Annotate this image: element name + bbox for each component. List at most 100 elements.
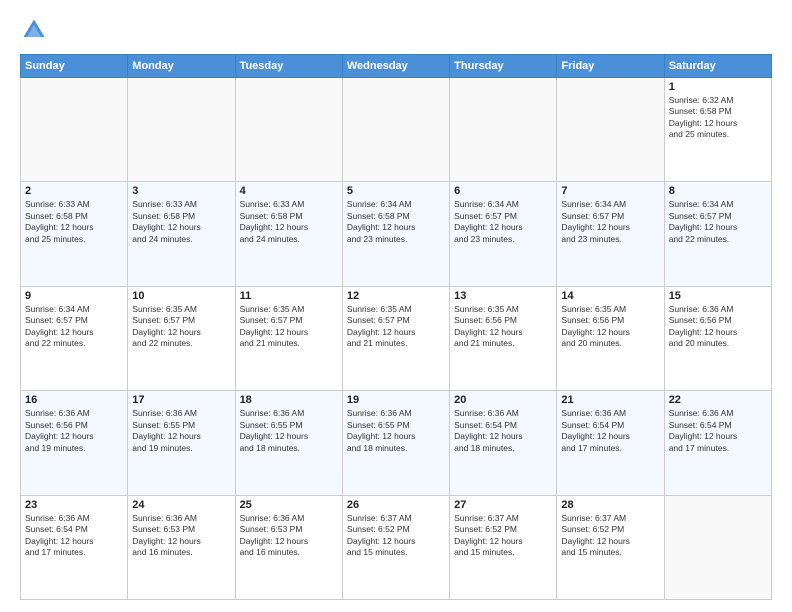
calendar-cell — [235, 78, 342, 182]
day-number: 3 — [132, 185, 230, 197]
calendar-table: SundayMondayTuesdayWednesdayThursdayFrid… — [20, 54, 772, 600]
page: SundayMondayTuesdayWednesdayThursdayFrid… — [0, 0, 792, 612]
calendar-cell: 12 Sunrise: 6:35 AM Sunset: 6:57 PM Dayli… — [342, 286, 449, 390]
day-number: 10 — [132, 290, 230, 302]
calendar-cell: 27 Sunrise: 6:37 AM Sunset: 6:52 PM Dayli… — [450, 495, 557, 599]
calendar-cell: 10 Sunrise: 6:35 AM Sunset: 6:57 PM Dayli… — [128, 286, 235, 390]
day-number: 16 — [25, 394, 123, 406]
calendar-cell: 6 Sunrise: 6:34 AM Sunset: 6:57 PM Daylig… — [450, 182, 557, 286]
day-info: Sunrise: 6:33 AM Sunset: 6:58 PM Dayligh… — [240, 199, 338, 245]
day-info: Sunrise: 6:32 AM Sunset: 6:58 PM Dayligh… — [669, 95, 767, 141]
day-number: 24 — [132, 499, 230, 511]
day-info: Sunrise: 6:35 AM Sunset: 6:56 PM Dayligh… — [561, 304, 659, 350]
day-header-friday: Friday — [557, 55, 664, 78]
calendar-cell: 7 Sunrise: 6:34 AM Sunset: 6:57 PM Daylig… — [557, 182, 664, 286]
calendar-week-row: 9 Sunrise: 6:34 AM Sunset: 6:57 PM Daylig… — [21, 286, 772, 390]
day-number: 2 — [25, 185, 123, 197]
calendar-cell: 26 Sunrise: 6:37 AM Sunset: 6:52 PM Dayli… — [342, 495, 449, 599]
calendar-cell: 11 Sunrise: 6:35 AM Sunset: 6:57 PM Dayli… — [235, 286, 342, 390]
day-info: Sunrise: 6:33 AM Sunset: 6:58 PM Dayligh… — [132, 199, 230, 245]
calendar-cell: 20 Sunrise: 6:36 AM Sunset: 6:54 PM Dayli… — [450, 391, 557, 495]
day-header-wednesday: Wednesday — [342, 55, 449, 78]
day-info: Sunrise: 6:36 AM Sunset: 6:55 PM Dayligh… — [347, 408, 445, 454]
calendar-cell: 21 Sunrise: 6:36 AM Sunset: 6:54 PM Dayli… — [557, 391, 664, 495]
calendar-cell — [342, 78, 449, 182]
day-number: 21 — [561, 394, 659, 406]
calendar-cell: 13 Sunrise: 6:35 AM Sunset: 6:56 PM Dayli… — [450, 286, 557, 390]
calendar-week-row: 16 Sunrise: 6:36 AM Sunset: 6:56 PM Dayli… — [21, 391, 772, 495]
day-number: 15 — [669, 290, 767, 302]
logo — [20, 16, 52, 44]
calendar-week-row: 23 Sunrise: 6:36 AM Sunset: 6:54 PM Dayli… — [21, 495, 772, 599]
day-number: 14 — [561, 290, 659, 302]
calendar-cell: 9 Sunrise: 6:34 AM Sunset: 6:57 PM Daylig… — [21, 286, 128, 390]
calendar-cell: 16 Sunrise: 6:36 AM Sunset: 6:56 PM Dayli… — [21, 391, 128, 495]
day-info: Sunrise: 6:36 AM Sunset: 6:54 PM Dayligh… — [561, 408, 659, 454]
day-info: Sunrise: 6:36 AM Sunset: 6:56 PM Dayligh… — [25, 408, 123, 454]
calendar-cell: 2 Sunrise: 6:33 AM Sunset: 6:58 PM Daylig… — [21, 182, 128, 286]
calendar-cell: 18 Sunrise: 6:36 AM Sunset: 6:55 PM Dayli… — [235, 391, 342, 495]
calendar-cell: 23 Sunrise: 6:36 AM Sunset: 6:54 PM Dayli… — [21, 495, 128, 599]
calendar-cell — [557, 78, 664, 182]
day-number: 1 — [669, 81, 767, 93]
day-info: Sunrise: 6:34 AM Sunset: 6:57 PM Dayligh… — [561, 199, 659, 245]
calendar-cell: 25Sunrise: 6:36 AM Sunset: 6:53 PM Dayli… — [235, 495, 342, 599]
day-info: Sunrise: 6:37 AM Sunset: 6:52 PM Dayligh… — [561, 513, 659, 559]
calendar-cell: 24Sunrise: 6:36 AM Sunset: 6:53 PM Dayli… — [128, 495, 235, 599]
calendar-cell: 19 Sunrise: 6:36 AM Sunset: 6:55 PM Dayli… — [342, 391, 449, 495]
day-number: 28 — [561, 499, 659, 511]
day-info: Sunrise: 6:35 AM Sunset: 6:57 PM Dayligh… — [132, 304, 230, 350]
calendar-cell: 17 Sunrise: 6:36 AM Sunset: 6:55 PM Dayli… — [128, 391, 235, 495]
day-info: Sunrise: 6:36 AM Sunset: 6:54 PM Dayligh… — [25, 513, 123, 559]
calendar-cell: 22Sunrise: 6:36 AM Sunset: 6:54 PM Dayli… — [664, 391, 771, 495]
day-number: 19 — [347, 394, 445, 406]
day-info: Sunrise: 6:36 AM Sunset: 6:55 PM Dayligh… — [240, 408, 338, 454]
day-number: 22 — [669, 394, 767, 406]
calendar-cell — [664, 495, 771, 599]
logo-icon — [20, 16, 48, 44]
day-number: 26 — [347, 499, 445, 511]
day-number: 27 — [454, 499, 552, 511]
day-header-sunday: Sunday — [21, 55, 128, 78]
calendar-header-row: SundayMondayTuesdayWednesdayThursdayFrid… — [21, 55, 772, 78]
day-number: 13 — [454, 290, 552, 302]
day-header-tuesday: Tuesday — [235, 55, 342, 78]
day-number: 8 — [669, 185, 767, 197]
day-info: Sunrise: 6:33 AM Sunset: 6:58 PM Dayligh… — [25, 199, 123, 245]
calendar-cell: 5Sunrise: 6:34 AM Sunset: 6:58 PM Daylig… — [342, 182, 449, 286]
day-number: 6 — [454, 185, 552, 197]
day-number: 20 — [454, 394, 552, 406]
day-info: Sunrise: 6:35 AM Sunset: 6:57 PM Dayligh… — [240, 304, 338, 350]
day-header-saturday: Saturday — [664, 55, 771, 78]
calendar-cell — [128, 78, 235, 182]
day-number: 18 — [240, 394, 338, 406]
day-number: 7 — [561, 185, 659, 197]
day-info: Sunrise: 6:35 AM Sunset: 6:56 PM Dayligh… — [454, 304, 552, 350]
calendar-cell — [21, 78, 128, 182]
calendar-cell — [450, 78, 557, 182]
header — [20, 16, 772, 44]
calendar-week-row: 2 Sunrise: 6:33 AM Sunset: 6:58 PM Daylig… — [21, 182, 772, 286]
day-info: Sunrise: 6:34 AM Sunset: 6:57 PM Dayligh… — [669, 199, 767, 245]
calendar-cell: 3 Sunrise: 6:33 AM Sunset: 6:58 PM Daylig… — [128, 182, 235, 286]
day-number: 11 — [240, 290, 338, 302]
day-header-monday: Monday — [128, 55, 235, 78]
calendar-cell: 1 Sunrise: 6:32 AM Sunset: 6:58 PM Daylig… — [664, 78, 771, 182]
calendar-week-row: 1 Sunrise: 6:32 AM Sunset: 6:58 PM Daylig… — [21, 78, 772, 182]
day-info: Sunrise: 6:34 AM Sunset: 6:57 PM Dayligh… — [454, 199, 552, 245]
day-info: Sunrise: 6:34 AM Sunset: 6:57 PM Dayligh… — [25, 304, 123, 350]
day-number: 9 — [25, 290, 123, 302]
day-info: Sunrise: 6:37 AM Sunset: 6:52 PM Dayligh… — [347, 513, 445, 559]
day-number: 17 — [132, 394, 230, 406]
day-number: 12 — [347, 290, 445, 302]
day-info: Sunrise: 6:36 AM Sunset: 6:54 PM Dayligh… — [454, 408, 552, 454]
calendar-cell: 8 Sunrise: 6:34 AM Sunset: 6:57 PM Daylig… — [664, 182, 771, 286]
day-info: Sunrise: 6:36 AM Sunset: 6:55 PM Dayligh… — [132, 408, 230, 454]
day-number: 23 — [25, 499, 123, 511]
day-info: Sunrise: 6:35 AM Sunset: 6:57 PM Dayligh… — [347, 304, 445, 350]
day-info: Sunrise: 6:37 AM Sunset: 6:52 PM Dayligh… — [454, 513, 552, 559]
calendar-cell: 28 Sunrise: 6:37 AM Sunset: 6:52 PM Dayli… — [557, 495, 664, 599]
calendar-cell: 4 Sunrise: 6:33 AM Sunset: 6:58 PM Daylig… — [235, 182, 342, 286]
day-number: 4 — [240, 185, 338, 197]
calendar-cell: 14 Sunrise: 6:35 AM Sunset: 6:56 PM Dayli… — [557, 286, 664, 390]
